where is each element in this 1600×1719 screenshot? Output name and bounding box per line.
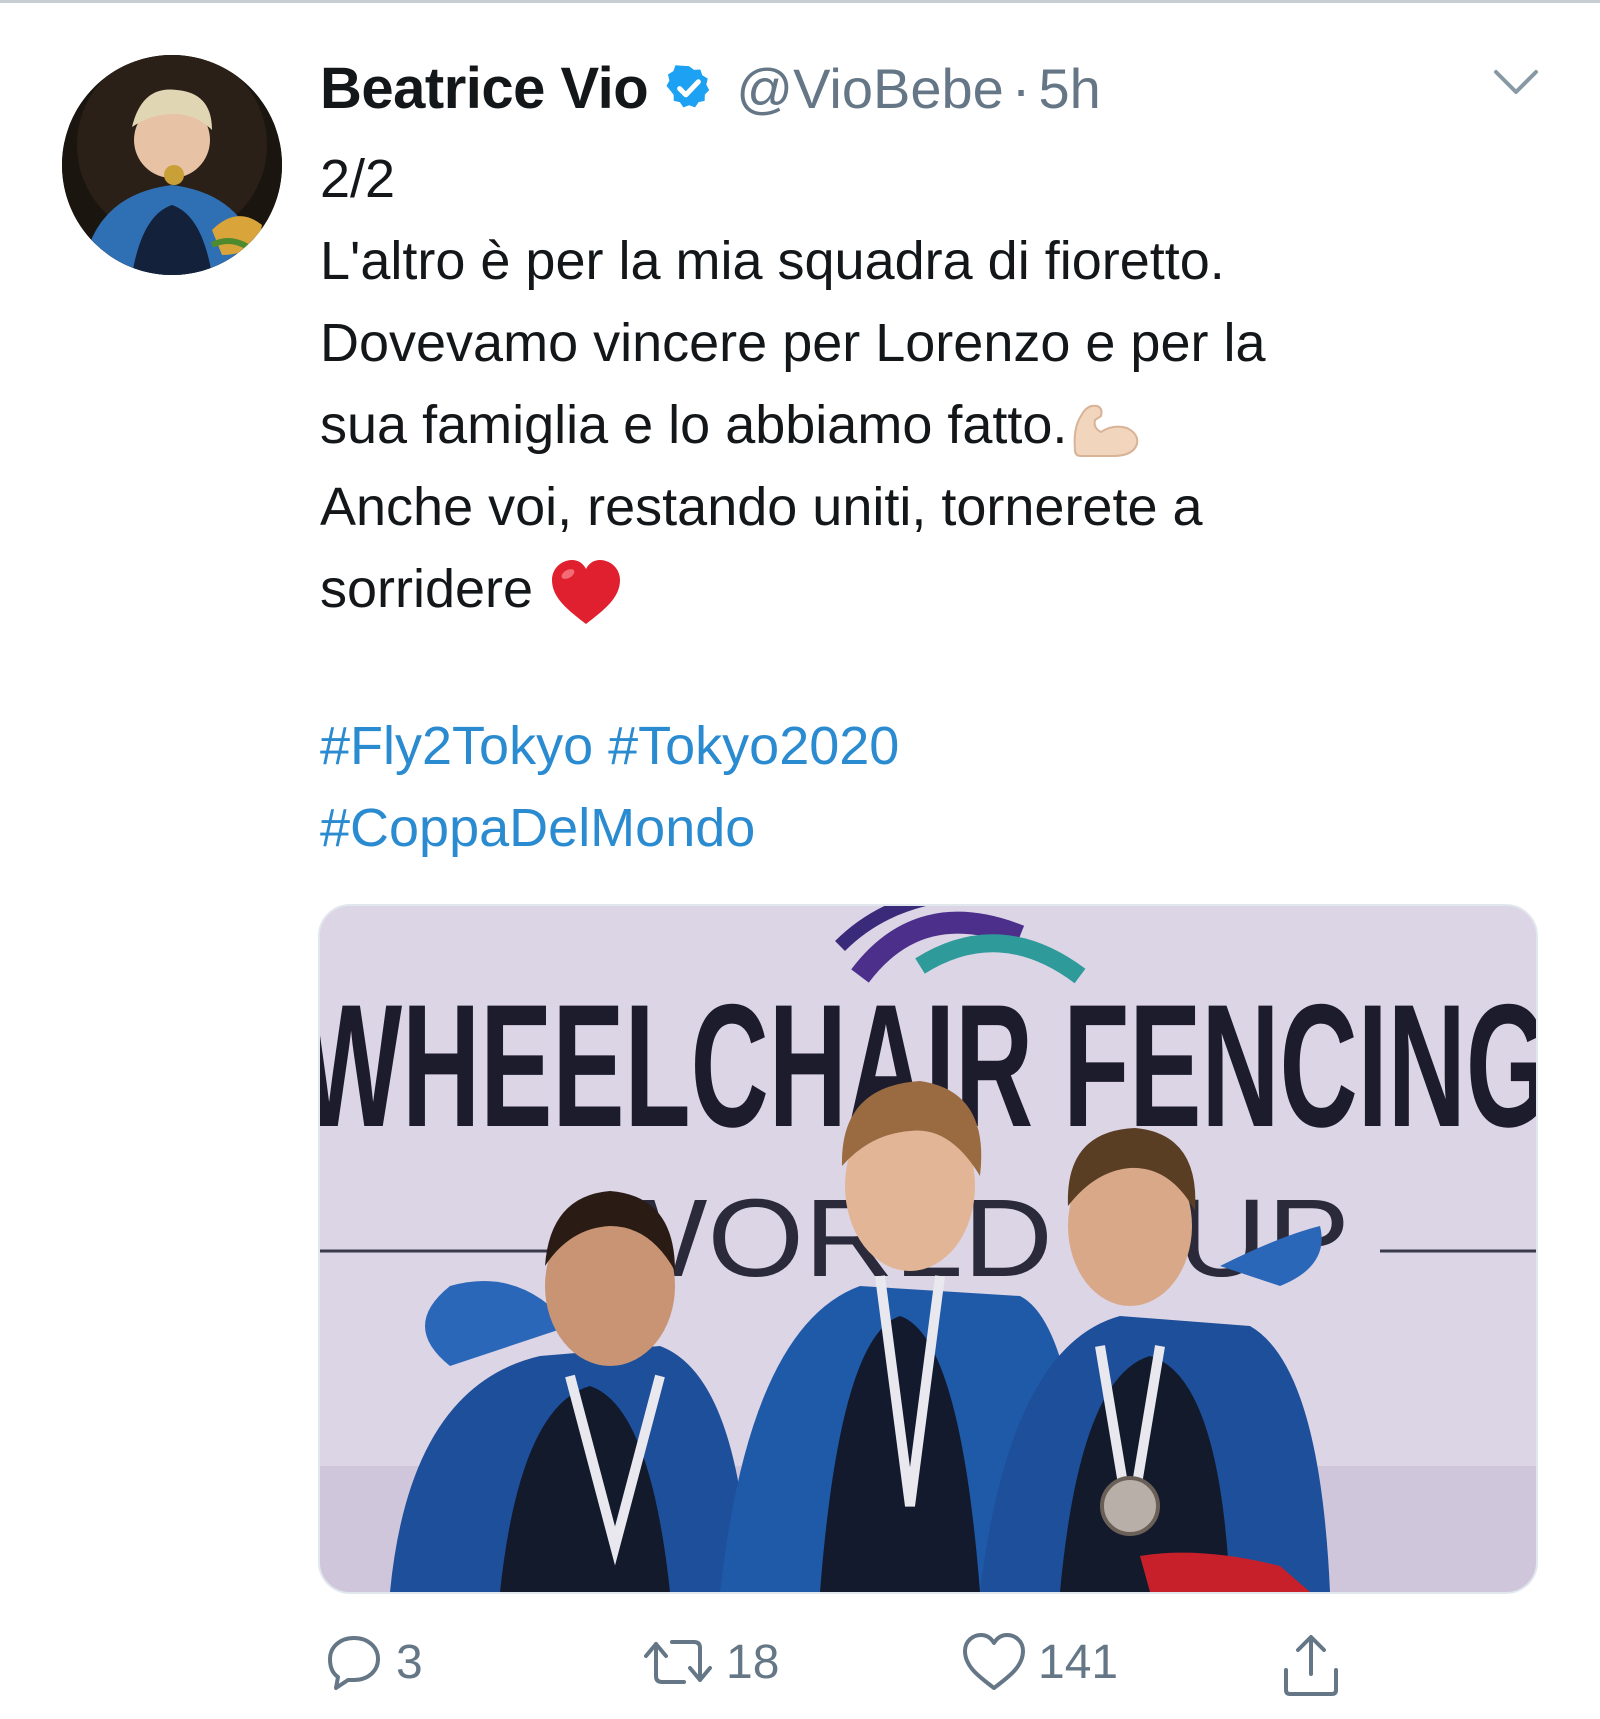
tweet-line: sorridere [320,559,534,619]
author-handle[interactable]: @VioBebe [736,56,1004,121]
tweet-header: Beatrice Vio @VioBebe · 5h [320,48,1101,128]
verified-badge-icon [666,65,710,108]
share-icon [1284,1635,1338,1696]
tweet-line: Anche voi, restando uniti, tornerete a [320,477,1203,537]
hashtags: #Fly2Tokyo #Tokyo2020 #CoppaDelMondo [320,705,899,869]
tweet-text: 2/2 L'altro è per la mia squadra di fior… [320,138,1560,630]
tweet-line-with-emoji: sua famiglia e lo abbiamo fatto. [320,384,1560,466]
tweet-media-photo[interactable]: WHEELCHAIR FENCING WORLD CUP [318,904,1538,1594]
tweet-actions: 3 18 141 [0,1620,1600,1710]
reply-count: 3 [396,1635,423,1689]
tweet-line-with-emoji: sorridere [320,548,1560,630]
avatar[interactable] [62,55,282,275]
hashtag-line[interactable]: #CoppaDelMondo [320,787,899,869]
retweet-button[interactable]: 18 [640,1630,779,1694]
retweet-count: 18 [726,1635,780,1689]
podium-photo: WHEELCHAIR FENCING WORLD CUP [320,906,1536,1592]
reply-button[interactable]: 3 [322,1630,423,1694]
tweet-line: Dovevamo vincere per Lorenzo e per la [320,313,1266,373]
reply-icon [328,1636,380,1690]
tweet-line: 2/2 [320,149,396,209]
tweet-line: sua famiglia e lo abbiamo fatto. [320,395,1068,455]
author-name[interactable]: Beatrice Vio [320,55,649,122]
chevron-down-icon[interactable] [1488,62,1544,102]
avatar-photo [62,55,282,275]
hashtag-line[interactable]: #Fly2Tokyo #Tokyo2020 [320,705,899,787]
flexed-biceps-icon [1074,404,1139,457]
tweet-line: L'altro è per la mia squadra di fioretto… [320,231,1225,291]
red-heart-icon [552,559,621,624]
share-button[interactable] [1276,1630,1356,1700]
like-count: 141 [1038,1635,1119,1689]
timestamp[interactable]: 5h [1038,56,1100,121]
heart-icon [963,1633,1025,1690]
meta-separator: · [1011,56,1031,120]
top-divider [0,0,1600,3]
retweet-icon [644,1640,712,1684]
like-button[interactable]: 141 [960,1630,1118,1694]
